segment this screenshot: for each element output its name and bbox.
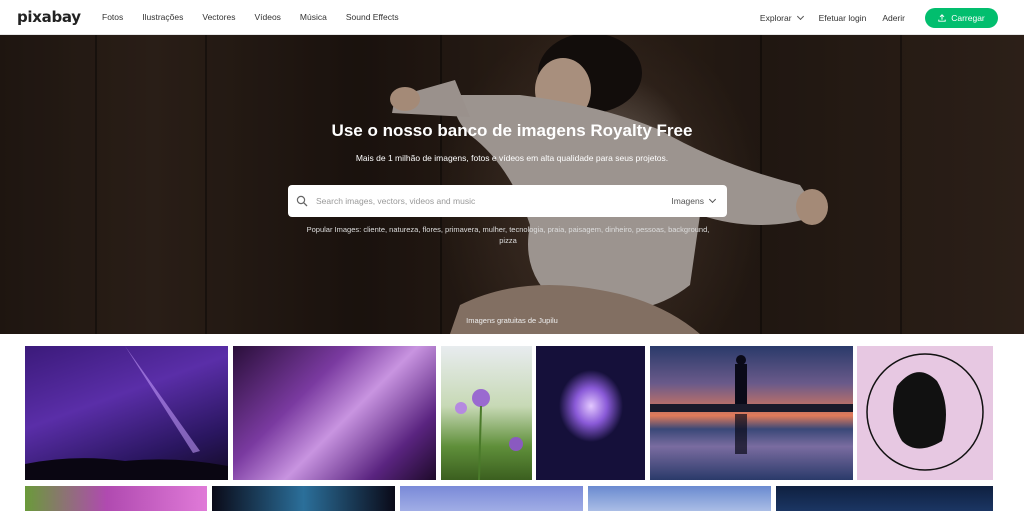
- chevron-down-icon: [708, 195, 717, 204]
- pixabay-logo[interactable]: pixabay: [17, 8, 81, 26]
- gallery-image-row2-1[interactable]: [25, 486, 207, 511]
- explore-dropdown[interactable]: Explorar: [759, 12, 804, 23]
- search-input[interactable]: [316, 196, 672, 206]
- nav-link-ilustracoes[interactable]: Ilustrações: [142, 12, 183, 22]
- join-link[interactable]: Aderir: [882, 13, 905, 23]
- gallery-image-row2-4[interactable]: [588, 486, 771, 511]
- gallery-image-silhouette-lake[interactable]: [650, 346, 853, 480]
- search-icon[interactable]: [296, 195, 308, 207]
- gallery-image-row2-2[interactable]: [212, 486, 395, 511]
- explore-label: Explorar: [759, 12, 792, 23]
- gallery-image-spiderweb[interactable]: [233, 346, 436, 480]
- hero-banner: Use o nosso banco de imagens Royalty Fre…: [0, 35, 1024, 334]
- search-type-dropdown[interactable]: Imagens: [671, 195, 717, 206]
- nav-link-sound-effects[interactable]: Sound Effects: [346, 12, 399, 22]
- gallery-image-row2-5[interactable]: [776, 486, 993, 511]
- upload-icon: [938, 13, 946, 22]
- upload-label: Carregar: [951, 12, 985, 23]
- nav-link-vectores[interactable]: Vectores: [202, 12, 235, 22]
- top-navbar: pixabay Fotos Ilustrações Vectores Vídeo…: [0, 0, 1024, 35]
- nav-right: Explorar Efetuar login Aderir Carregar: [760, 0, 1024, 35]
- image-credit[interactable]: Imagens gratuitas de Jupilu: [0, 316, 1024, 325]
- nav-link-videos[interactable]: Vídeos: [254, 12, 280, 22]
- login-link[interactable]: Efetuar login: [819, 13, 867, 23]
- nav-link-fotos[interactable]: Fotos: [102, 12, 123, 22]
- gallery-image-flower[interactable]: [441, 346, 532, 480]
- gallery-image-purple-sky[interactable]: [25, 346, 228, 480]
- popular-images[interactable]: Popular Images: cliente, natureza, flore…: [300, 224, 716, 246]
- hero-subtitle: Mais de 1 milhão de imagens, fotos e víd…: [355, 153, 669, 163]
- chevron-down-icon: [796, 12, 804, 20]
- search-bar: Imagens: [288, 185, 727, 217]
- nav-link-musica[interactable]: Música: [300, 12, 327, 22]
- nav-links: Fotos Ilustrações Vectores Vídeos Música…: [102, 12, 418, 22]
- gallery-image-illustration[interactable]: [857, 346, 993, 480]
- search-type-label: Imagens: [671, 196, 704, 206]
- upload-button[interactable]: Carregar: [925, 7, 998, 28]
- hero-title: Use o nosso banco de imagens Royalty Fre…: [331, 121, 693, 140]
- gallery-image-row2-3[interactable]: [400, 486, 583, 511]
- gallery-image-jellyfish[interactable]: [536, 346, 645, 480]
